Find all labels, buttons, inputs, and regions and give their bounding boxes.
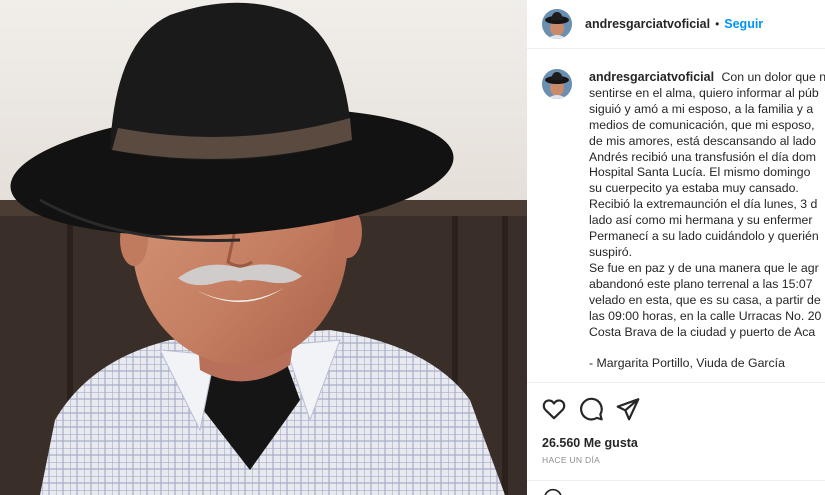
action-bar xyxy=(541,396,652,422)
post-photo[interactable] xyxy=(0,0,527,495)
caption-line: Andrés recibió una transfusión el día do… xyxy=(589,149,816,164)
caption-line: medios de comunicación, que mi esposo, xyxy=(589,117,815,132)
caption-line: sentirse en el alma, quiero informar al … xyxy=(589,85,819,100)
caption-line: Con un dolor que n xyxy=(721,70,825,84)
avatar[interactable] xyxy=(542,9,572,39)
caption-line: suspiró. xyxy=(589,244,633,259)
caption-line: Permanecí a su lado cuidándolo y querién xyxy=(589,229,819,244)
avatar-image xyxy=(542,69,572,99)
caption-line: Costa Brava de la ciudad y puerto de Aca xyxy=(589,324,816,339)
username[interactable]: andresgarciatvoficial xyxy=(585,17,710,31)
divider xyxy=(527,382,825,383)
caption-line: velado en esta, que es su casa, a partir… xyxy=(589,292,821,307)
caption-line: su cuerpecito ya estaba muy cansado. xyxy=(589,181,799,196)
caption-line: las 09:00 horas, en la calle Urracas No.… xyxy=(589,308,822,323)
caption-text: andresgarciatvoficial Con un dolor que n… xyxy=(589,70,825,372)
emoji-icon[interactable] xyxy=(543,488,563,495)
avatar-image xyxy=(542,9,572,39)
caption-section: andresgarciatvoficial Con un dolor que n… xyxy=(527,49,825,381)
divider xyxy=(527,480,825,481)
post-photo-image xyxy=(0,0,527,495)
post-timestamp[interactable]: Hace un día xyxy=(542,455,600,465)
caption-line: de mis amores, está descansando al lado xyxy=(589,133,816,148)
share-icon[interactable] xyxy=(615,396,641,422)
caption-line: abandonó este plano terrenal a las 15:07 xyxy=(589,276,813,291)
caption-line: Se fue en paz y de una manera que le agr xyxy=(589,260,819,275)
caption-avatar[interactable] xyxy=(542,69,572,99)
comment-icon[interactable] xyxy=(578,396,604,422)
post-side-panel: andresgarciatvoficial • Seguir andresgar… xyxy=(527,0,825,495)
separator-dot: • xyxy=(715,17,720,31)
caption-username[interactable]: andresgarciatvoficial xyxy=(589,70,714,84)
caption-line: Recibió la extremaunción el día lunes, 3… xyxy=(589,197,818,212)
heart-icon[interactable] xyxy=(541,396,567,422)
caption-line: lado así como mi hermana y su enfermer xyxy=(589,213,813,228)
post-header: andresgarciatvoficial • Seguir xyxy=(527,0,825,49)
caption-line: siguió y amó a mi esposo, a la familia y… xyxy=(589,101,814,116)
likes-count[interactable]: 26.560 Me gusta xyxy=(542,436,638,450)
follow-button[interactable]: Seguir xyxy=(724,17,763,31)
caption-signature: - Margarita Portillo, Viuda de García xyxy=(589,356,785,371)
caption-line: Hospital Santa Lucía. El mismo domingo xyxy=(589,165,811,180)
